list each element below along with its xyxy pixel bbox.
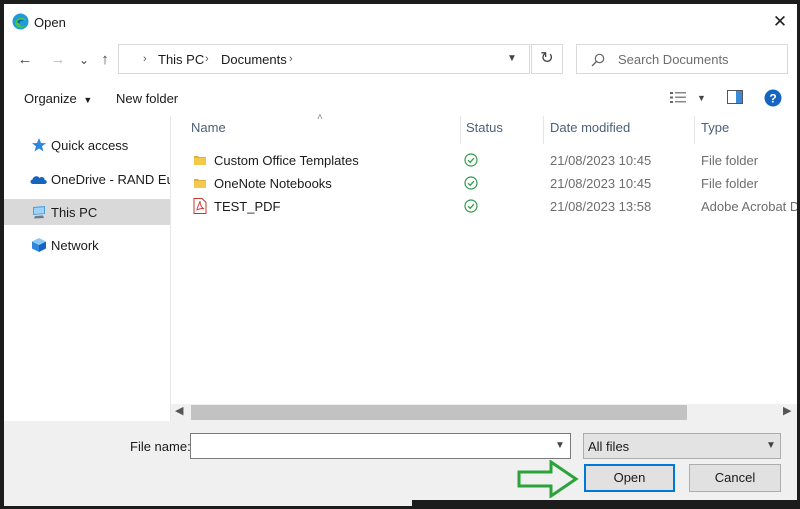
refresh-button[interactable]: ↻ bbox=[531, 44, 563, 74]
search-icon bbox=[591, 53, 605, 67]
sidebar-item-label: This PC bbox=[51, 205, 98, 220]
breadcrumb-this-pc[interactable]: This PC bbox=[158, 52, 204, 67]
sidebar-item-label: Network bbox=[51, 238, 99, 253]
sync-status-check-icon bbox=[464, 153, 478, 167]
sidebar-item-label: OneDrive - RAND Europe bbox=[51, 172, 170, 187]
preview-pane-icon[interactable] bbox=[727, 90, 743, 104]
forward-arrow-icon: → bbox=[50, 51, 66, 68]
file-row[interactable]: TEST_PDF 21/08/2023 13:58 Adobe Acrobat … bbox=[171, 195, 800, 218]
new-folder-button[interactable]: New folder bbox=[116, 91, 178, 106]
svg-text:?: ? bbox=[769, 92, 776, 106]
view-dropdown-icon[interactable]: ▼ bbox=[697, 93, 706, 103]
file-name-label: File name: bbox=[130, 439, 191, 454]
file-type-select[interactable]: All files ▼ bbox=[583, 433, 781, 459]
window-frame bbox=[0, 0, 800, 4]
column-header-type[interactable]: Type bbox=[701, 120, 729, 144]
address-bar[interactable]: › This PC › Documents › ▼ bbox=[118, 44, 530, 74]
file-name-dropdown-icon[interactable]: ▼ bbox=[555, 440, 565, 451]
window-title: Open bbox=[34, 15, 66, 30]
file-list: ˄ Name Status Date modified Type Custom … bbox=[171, 112, 800, 406]
navigation-pane: Quick access OneDrive - RAND Europe This… bbox=[4, 116, 171, 422]
file-name: Custom Office Templates bbox=[214, 153, 359, 168]
edge-icon bbox=[12, 13, 29, 30]
window-frame bbox=[0, 0, 4, 509]
arrow-annotation-icon bbox=[517, 460, 579, 498]
folder-icon bbox=[194, 179, 206, 188]
back-button[interactable]: ← bbox=[15, 50, 35, 70]
file-row[interactable]: OneNote Notebooks 21/08/2023 10:45 File … bbox=[171, 172, 797, 195]
file-date: 21/08/2023 10:45 bbox=[550, 176, 652, 191]
scrollbar-thumb[interactable] bbox=[191, 405, 687, 420]
close-icon: ✕ bbox=[772, 12, 788, 31]
refresh-icon: ↻ bbox=[540, 50, 554, 67]
file-name: OneNote Notebooks bbox=[214, 176, 332, 191]
horizontal-scrollbar[interactable]: ◀ ▶ bbox=[171, 404, 797, 421]
file-type-value: All files bbox=[588, 439, 630, 454]
breadcrumb-documents[interactable]: Documents bbox=[221, 52, 287, 67]
chevron-down-icon: ▼ bbox=[766, 440, 776, 451]
sidebar-item-onedrive[interactable]: OneDrive - RAND Europe bbox=[4, 166, 170, 192]
file-date: 21/08/2023 13:58 bbox=[550, 199, 652, 214]
sidebar-item-quick-access[interactable]: Quick access bbox=[4, 132, 170, 158]
sidebar-item-label: Quick access bbox=[51, 138, 129, 153]
organize-menu[interactable]: Organize ▼ bbox=[24, 91, 92, 106]
column-separator[interactable] bbox=[543, 116, 544, 144]
open-file-dialog: Open ✕ ← → ⌄ ↑ › This PC › Documents › ▼… bbox=[0, 0, 800, 509]
folder-icon bbox=[194, 156, 206, 165]
file-type: File folder bbox=[701, 153, 759, 168]
computer-icon bbox=[33, 206, 45, 219]
open-button[interactable]: Open bbox=[584, 464, 675, 492]
column-header-name[interactable]: Name bbox=[191, 120, 226, 144]
file-name: TEST_PDF bbox=[214, 199, 281, 214]
column-separator[interactable] bbox=[460, 116, 461, 144]
column-header-status[interactable]: Status bbox=[466, 120, 503, 144]
address-dropdown-icon[interactable]: ▼ bbox=[507, 53, 517, 64]
file-name-input[interactable] bbox=[190, 433, 571, 459]
file-row[interactable]: Custom Office Templates 21/08/2023 10:45… bbox=[171, 149, 797, 172]
chevron-down-icon: ⌄ bbox=[78, 53, 90, 67]
close-button[interactable]: ✕ bbox=[770, 12, 790, 32]
search-placeholder: Search Documents bbox=[618, 52, 729, 67]
scroll-left-icon[interactable]: ◀ bbox=[175, 404, 183, 417]
file-type: File folder bbox=[701, 176, 759, 191]
window-frame bbox=[412, 500, 800, 509]
cancel-button[interactable]: Cancel bbox=[689, 464, 781, 492]
sort-ascending-icon: ˄ bbox=[317, 112, 323, 123]
chevron-right-icon[interactable]: › bbox=[205, 53, 209, 65]
sync-status-check-icon bbox=[464, 176, 478, 190]
column-separator[interactable] bbox=[694, 116, 695, 144]
view-options-icon[interactable] bbox=[670, 91, 686, 104]
sidebar-item-this-pc[interactable]: This PC bbox=[4, 199, 170, 225]
organize-label: Organize bbox=[24, 91, 77, 106]
chevron-right-icon[interactable]: › bbox=[289, 53, 293, 65]
cloud-icon bbox=[30, 176, 47, 184]
up-arrow-icon: ↑ bbox=[101, 51, 109, 68]
star-icon bbox=[32, 138, 46, 152]
up-button[interactable]: ↑ bbox=[95, 50, 115, 70]
help-icon[interactable]: ? bbox=[764, 89, 782, 107]
file-date: 21/08/2023 10:45 bbox=[550, 153, 652, 168]
column-header-date-modified[interactable]: Date modified bbox=[550, 120, 630, 144]
pdf-icon bbox=[193, 198, 207, 214]
search-box[interactable]: Search Documents bbox=[576, 44, 788, 74]
sync-status-check-icon bbox=[464, 199, 478, 213]
network-icon bbox=[32, 238, 46, 252]
caret-down-icon: ▼ bbox=[83, 95, 93, 105]
sidebar-item-network[interactable]: Network bbox=[4, 232, 170, 258]
back-arrow-icon: ← bbox=[17, 51, 33, 68]
chevron-right-icon: › bbox=[143, 53, 147, 65]
forward-button[interactable]: → bbox=[48, 50, 68, 70]
file-type: Adobe Acrobat D bbox=[701, 199, 800, 214]
recent-locations-button[interactable]: ⌄ bbox=[74, 50, 94, 70]
scroll-right-icon[interactable]: ▶ bbox=[783, 404, 791, 417]
